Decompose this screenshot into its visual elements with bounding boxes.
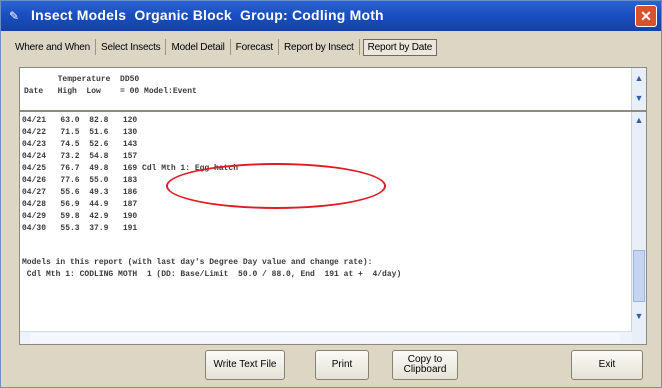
report-row: 04/29 59.8 42.9 190 bbox=[22, 212, 138, 221]
report-row: 04/30 55.3 37.9 191 bbox=[22, 224, 138, 233]
write-text-file-label: Write Text File bbox=[213, 359, 277, 370]
scroll-down-arrow-icon[interactable]: ▼ bbox=[633, 310, 645, 322]
print-label: Print bbox=[331, 359, 353, 370]
report-row: 04/27 55.6 49.3 186 bbox=[22, 188, 138, 197]
models-summary-line: Cdl Mth 1: CODLING MOTH 1 (DD: Base/Limi… bbox=[22, 270, 402, 279]
report-row: 04/21 63.0 82.8 120 bbox=[22, 116, 138, 125]
horizontal-scrollbar[interactable] bbox=[20, 331, 632, 344]
scrollbar-thumb[interactable] bbox=[633, 250, 645, 302]
down-arrow-icon[interactable]: ▼ bbox=[633, 92, 645, 104]
report-header-line-1: Temperature DD50 bbox=[24, 75, 140, 84]
report-row: 04/26 77.6 55.0 183 bbox=[22, 176, 138, 185]
exit-label: Exit bbox=[598, 359, 616, 370]
horizontal-scrollbar-thumb[interactable] bbox=[30, 333, 620, 343]
models-summary-heading: Models in this report (with last day's D… bbox=[22, 258, 373, 267]
insect-models-window: ✎ Insect Models Organic Block Group: Cod… bbox=[0, 0, 662, 388]
tab-strip: Where and When Select Insects Model Detail… bbox=[10, 37, 530, 57]
app-icon: ✎ bbox=[9, 9, 20, 23]
tab-model-detail[interactable]: Model Detail bbox=[166, 39, 231, 55]
exit-button[interactable]: Exit bbox=[571, 350, 643, 380]
body-vertical-scrollbar[interactable]: ▲ ▼ bbox=[631, 112, 646, 344]
window-title: Insect Models Organic Block Group: Codli… bbox=[31, 7, 384, 23]
scroll-up-arrow-icon[interactable]: ▲ bbox=[633, 114, 645, 126]
report-row: 04/23 74.5 52.6 143 bbox=[22, 140, 138, 149]
egg-hatch-highlight-ellipse bbox=[166, 163, 386, 209]
report-row: 04/22 71.5 51.6 130 bbox=[22, 128, 138, 137]
title-bar[interactable]: ✎ Insect Models Organic Block Group: Cod… bbox=[1, 1, 661, 31]
report-body-pane[interactable]: 04/21 63.0 82.8 120 04/22 71.5 51.6 130 … bbox=[19, 111, 647, 345]
print-button[interactable]: Print bbox=[315, 350, 369, 380]
report-header-pane: Temperature DD50 Date High Low = 00 Mode… bbox=[19, 67, 647, 111]
tab-forecast[interactable]: Forecast bbox=[231, 39, 279, 55]
close-icon: ✕ bbox=[640, 8, 652, 24]
report-header-line-2: Date High Low = 00 Model:Event bbox=[24, 87, 197, 96]
tab-where-and-when[interactable]: Where and When bbox=[10, 39, 97, 55]
tab-report-by-date[interactable]: Report by Date bbox=[362, 39, 438, 56]
tab-report-by-insect[interactable]: Report by Insect bbox=[279, 39, 360, 55]
tab-select-insects[interactable]: Select Insects bbox=[96, 39, 167, 55]
report-row: 04/24 73.2 54.8 157 bbox=[22, 152, 138, 161]
up-arrow-icon[interactable]: ▲ bbox=[633, 72, 645, 84]
report-row: 04/28 56.9 44.9 187 bbox=[22, 200, 138, 209]
header-vertical-scrollbar[interactable]: ▲ ▼ bbox=[631, 68, 646, 110]
close-button[interactable]: ✕ bbox=[635, 5, 657, 27]
write-text-file-button[interactable]: Write Text File bbox=[205, 350, 285, 380]
copy-to-clipboard-button[interactable]: Copy to Clipboard bbox=[392, 350, 458, 380]
copy-label-line-2: Clipboard bbox=[403, 364, 447, 375]
